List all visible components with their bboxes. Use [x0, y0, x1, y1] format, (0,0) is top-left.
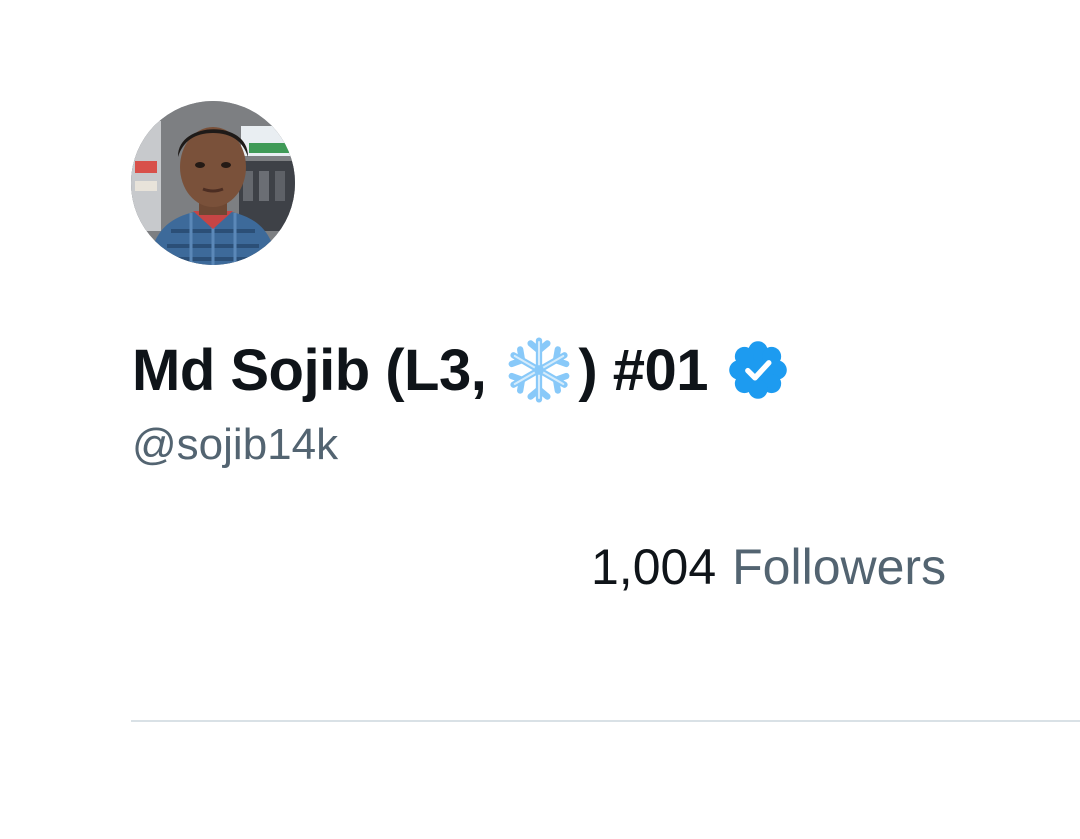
username-handle: @sojib14k	[132, 420, 339, 469]
divider	[131, 720, 1080, 722]
display-name: Md Sojib (L3,) #01	[132, 330, 788, 410]
verified-badge-icon[interactable]	[728, 340, 788, 400]
display-name-prefix: Md Sojib (L3,	[132, 337, 487, 403]
followers-label: Followers	[732, 539, 947, 595]
snowflake-icon	[504, 335, 574, 405]
avatar-photo	[131, 101, 295, 265]
followers-count: 1,004	[591, 539, 717, 595]
display-name-suffix: ) #01	[578, 337, 709, 403]
avatar[interactable]	[131, 101, 295, 265]
followers-link[interactable]: 1,004 Followers	[591, 538, 946, 596]
